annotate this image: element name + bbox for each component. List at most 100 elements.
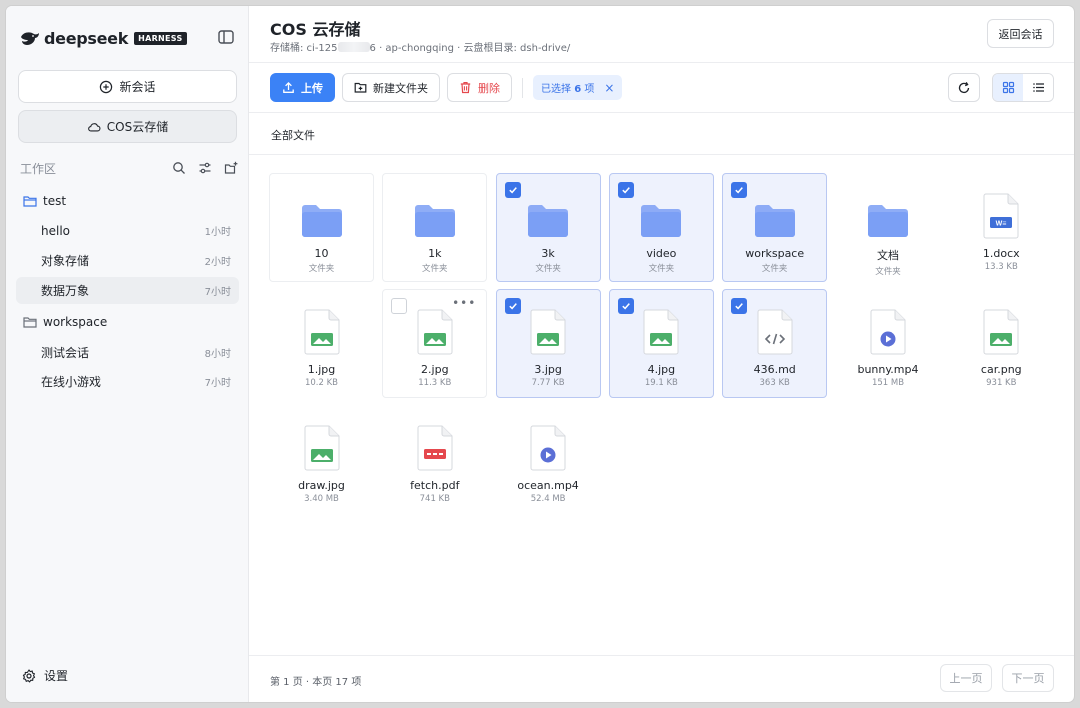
cos-storage-button[interactable]: COS云存储 [18, 110, 237, 143]
new-folder-button[interactable]: 新建文件夹 [342, 73, 440, 102]
file-item[interactable]: 1.jpg 10.2 KB [269, 289, 374, 398]
image-file-icon [979, 307, 1023, 355]
bucket-info-prefix: 存储桶: ci-125 [270, 43, 338, 54]
checkbox-checked-icon[interactable] [617, 298, 634, 314]
back-to-chat-button[interactable]: 返回会话 [987, 19, 1054, 48]
new-chat-button[interactable]: 新会话 [18, 70, 237, 103]
gear-icon [22, 668, 36, 682]
image-file-icon [526, 307, 570, 355]
image-file-icon [300, 423, 344, 471]
file-item[interactable]: 10 文件夹 [269, 173, 374, 282]
file-item[interactable]: video 文件夹 [608, 173, 714, 282]
plus-circle-icon [100, 80, 113, 93]
folder-icon [23, 196, 37, 207]
session-item[interactable]: 在线小游戏 7小时 [16, 368, 239, 395]
upload-icon [283, 81, 294, 93]
file-meta: 文件夹 [308, 264, 335, 274]
sidebar-toggle-icon[interactable] [217, 28, 235, 46]
folder-plus-icon [354, 82, 367, 93]
session-item-active[interactable]: 数据万象 7小时 [16, 277, 239, 304]
checkbox-checked-icon[interactable] [617, 182, 634, 198]
tree-group-test[interactable]: test [23, 190, 66, 212]
breadcrumb[interactable]: 全部文件 [271, 127, 315, 143]
workspace-title: 工作区 [20, 161, 57, 176]
next-page-button[interactable]: 下一页 [1002, 664, 1054, 692]
file-meta: 11.3 KB [418, 378, 452, 388]
app-window: deepseek HARNESS 新会话 COS云存储 工作区 test hel… [6, 6, 1074, 702]
checkbox-checked-icon[interactable] [504, 298, 521, 314]
tree-group-label: workspace [43, 315, 108, 329]
checkbox-checked-icon[interactable] [731, 182, 748, 198]
code-file-icon [753, 307, 797, 355]
file-item[interactable]: ocean.mp4 52.4 MB [496, 405, 601, 514]
file-name: fetch.pdf [410, 479, 460, 492]
session-time: 7小时 [204, 378, 231, 389]
file-item[interactable]: fetch.pdf 741 KB [382, 405, 487, 514]
file-name: 2.jpg [421, 363, 449, 376]
file-name: 文档 [877, 249, 899, 262]
toolbar: 上传 新建文件夹 删除 已选择 6 项 × [270, 73, 623, 102]
upload-label: 上传 [301, 81, 323, 95]
pdf-file-icon [413, 423, 457, 471]
file-item[interactable]: car.png 931 KB [949, 289, 1054, 398]
video-file-icon [526, 423, 570, 471]
prev-page-button[interactable]: 上一页 [940, 664, 992, 692]
new-chat-label: 新会话 [119, 80, 156, 94]
session-item[interactable]: 对象存储 2小时 [16, 247, 239, 274]
divider [249, 62, 1074, 63]
file-name: bunny.mp4 [857, 363, 919, 376]
file-name: video [646, 247, 677, 260]
file-item[interactable]: draw.jpg 3.40 MB [269, 405, 374, 514]
view-mode-toggle [992, 73, 1054, 102]
settings-label: 设置 [44, 669, 69, 683]
list-view-button[interactable] [1023, 74, 1053, 101]
session-label: 数据万象 [41, 284, 90, 298]
new-folder-icon[interactable] [224, 161, 238, 175]
file-name: 1k [428, 247, 442, 260]
file-item[interactable]: workspace 文件夹 [722, 173, 828, 282]
folder-icon [866, 191, 910, 239]
file-item[interactable]: 3k 文件夹 [495, 173, 601, 282]
brand-logo[interactable]: deepseek HARNESS [20, 27, 187, 49]
grid-view-button[interactable] [993, 74, 1023, 101]
filter-sliders-icon[interactable] [198, 161, 212, 175]
file-meta: 文件夹 [535, 264, 561, 274]
session-time: 8小时 [204, 349, 231, 360]
session-item[interactable]: hello 1小时 [16, 217, 239, 244]
session-item[interactable]: 测试会话 8小时 [16, 339, 239, 366]
file-meta: 151 MB [871, 378, 905, 388]
tree-group-label: test [43, 194, 67, 208]
selection-chip: 已选择 6 项 × [533, 75, 623, 100]
clear-selection-icon[interactable]: × [604, 81, 614, 95]
page-title: COS 云存储 [270, 20, 361, 39]
svg-text:W≡: W≡ [996, 221, 1007, 228]
settings-button[interactable]: 设置 [22, 667, 68, 684]
file-item[interactable]: 3.jpg 7.77 KB [495, 289, 601, 398]
file-meta: 741 KB [419, 494, 450, 504]
file-name: 1.docx [982, 247, 1020, 260]
refresh-button[interactable] [948, 73, 980, 102]
file-item[interactable]: 4.jpg 19.1 KB [608, 289, 714, 398]
file-name: 3.jpg [534, 363, 562, 376]
file-meta: 10.2 KB [304, 378, 339, 388]
file-item[interactable]: 1k 文件夹 [382, 173, 488, 282]
checkbox-checked-icon[interactable] [731, 298, 748, 314]
divider [249, 154, 1074, 155]
file-meta: 19.1 KB [644, 378, 678, 388]
search-icon[interactable] [172, 161, 186, 175]
checkbox-unchecked[interactable] [391, 298, 408, 314]
file-item[interactable]: 436.md 363 KB [722, 289, 828, 398]
checkbox-checked-icon[interactable] [504, 182, 521, 198]
file-item[interactable]: 文档 文件夹 [836, 173, 941, 282]
more-options-icon[interactable]: ••• [452, 296, 476, 310]
file-item[interactable]: bunny.mp4 151 MB [836, 289, 941, 398]
pagination: 上一页 下一页 [940, 664, 1054, 692]
upload-button[interactable]: 上传 [270, 73, 335, 102]
tree-group-workspace[interactable]: workspace [23, 311, 107, 333]
toolbar-divider [522, 77, 523, 98]
file-item[interactable]: ••• 2.jpg 11.3 KB [382, 289, 488, 398]
bucket-info-suffix: 6 · ap-chongqing · 云盘根目录: dsh-drive/ [369, 43, 571, 54]
file-item[interactable]: W≡ 1.docx 13.3 KB [949, 173, 1054, 282]
delete-button[interactable]: 删除 [447, 73, 512, 102]
file-meta: 7.77 KB [531, 378, 565, 388]
